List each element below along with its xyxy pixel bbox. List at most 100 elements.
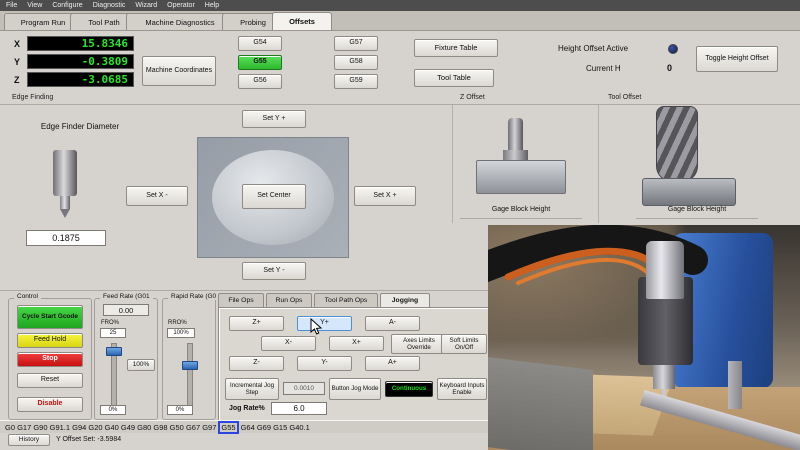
dro-x-value: 15.8346 <box>27 36 134 51</box>
rapid-override-slider[interactable] <box>187 343 193 407</box>
feed-override-slider-thumb[interactable] <box>106 347 122 356</box>
rapid-zero-spinner[interactable]: 0% <box>167 405 193 415</box>
menu-configure[interactable]: Configure <box>52 2 82 9</box>
jog-a-minus-button[interactable]: A- <box>365 316 420 331</box>
jog-z-minus-button[interactable]: Z- <box>229 356 284 371</box>
g59-button[interactable]: G59 <box>334 74 378 89</box>
menu-operator[interactable]: Operator <box>167 2 195 9</box>
tab-tool-path-ops[interactable]: Tool Path Ops <box>314 293 378 307</box>
tab-machine-diagnostics[interactable]: Machine Diagnostics <box>126 13 234 30</box>
feed-hold-button[interactable]: Feed Hold <box>17 333 83 348</box>
section-divider-v1 <box>452 105 453 223</box>
tool-offset-gage-block-graphic <box>642 178 736 206</box>
menu-bar: File View Configure Diagnostic Wizard Op… <box>0 0 800 11</box>
g54-button[interactable]: G54 <box>238 36 282 51</box>
offset-set-message: Y Offset Set: -3.5984 <box>56 436 122 443</box>
current-h-value: 0 <box>667 63 673 73</box>
tool-table-button[interactable]: Tool Table <box>414 69 494 87</box>
toggle-height-offset-button[interactable]: Toggle Height Offset <box>696 46 778 72</box>
jogging-panel: Z+ Y+ A- X- X+ Axes Limits Override Soft… <box>218 307 492 422</box>
tab-run-ops[interactable]: Run Ops <box>266 293 312 307</box>
z-gage-underline <box>460 218 582 219</box>
tool-gage-underline <box>636 218 758 219</box>
control-group: Control Cycle Start Gcode Feed Hold Stop… <box>8 293 92 420</box>
stop-button[interactable]: Stop <box>17 352 83 367</box>
section-divider-top <box>0 104 800 105</box>
menu-wizard[interactable]: Wizard <box>135 2 157 9</box>
dro-z-value: -3.0685 <box>27 72 134 87</box>
tab-file-ops[interactable]: File Ops <box>218 293 264 307</box>
cnc-offsets-screen: { "menu": {"items": ["File", "View", "Co… <box>0 0 800 450</box>
jog-z-plus-button[interactable]: Z+ <box>229 316 284 331</box>
g58-button[interactable]: G58 <box>334 55 378 70</box>
jog-y-plus-button[interactable]: Y+ <box>297 316 352 331</box>
incremental-jog-step-value[interactable]: 0.0010 <box>283 382 325 395</box>
gcode-modal-list-pre: G0 G17 G90 G91.1 G94 G20 G40 G49 G80 G98… <box>5 422 217 432</box>
machine-photo <box>488 225 800 450</box>
feed-rate-group: Feed Rate (G01 0.00 FRO% 25 100% 0% <box>94 293 158 420</box>
edge-finding-section-label: Edge Finding <box>12 94 54 101</box>
tool-gage-block-height-label: Gage Block Height <box>667 206 727 213</box>
g56-button[interactable]: G56 <box>238 74 282 89</box>
edge-finder-tip <box>60 209 70 218</box>
dro-z-label: Z <box>14 75 20 85</box>
set-center-button[interactable]: Set Center <box>242 184 306 209</box>
machine-coordinates-button[interactable]: Machine Coordinates <box>142 56 216 86</box>
set-y-minus-button[interactable]: Set Y - <box>242 262 306 280</box>
jog-x-plus-button[interactable]: X+ <box>329 336 384 351</box>
photo-metal-table <box>488 355 593 450</box>
set-x-minus-button[interactable]: Set X - <box>126 186 188 206</box>
feed-100pct-button[interactable]: 100% <box>127 359 155 371</box>
menu-help[interactable]: Help <box>205 2 219 9</box>
gcode-status-bar: G0 G17 G90 G91.1 G94 G20 G40 G49 G80 G98… <box>0 420 490 434</box>
edge-finder-neck <box>60 196 70 209</box>
history-button[interactable]: History <box>8 434 50 446</box>
menu-file[interactable]: File <box>6 2 17 9</box>
fro-label: FRO% <box>101 320 119 326</box>
mouse-cursor-icon <box>310 318 323 335</box>
feed-rate-value: 0.00 <box>103 304 149 316</box>
jog-rate-value[interactable]: 6.0 <box>271 402 327 415</box>
continuous-mode-button[interactable]: Continuous <box>385 381 433 397</box>
edge-finder-diameter-value[interactable]: 0.1875 <box>26 230 106 246</box>
gcode-active-g55: G55 <box>218 420 239 434</box>
axes-limits-override-button[interactable]: Axes Limits Override <box>391 334 447 354</box>
feed-zero-spinner[interactable]: 0% <box>100 405 126 415</box>
edge-finder-body <box>53 150 77 196</box>
edge-finder-graphic <box>50 150 80 220</box>
button-jog-mode-button[interactable]: Button Jog Mode <box>329 378 381 400</box>
set-y-plus-button[interactable]: Set Y + <box>242 110 306 128</box>
dro-x-label: X <box>14 39 21 49</box>
height-offset-active-label: Height Offset Active <box>558 44 629 53</box>
jog-x-minus-button[interactable]: X- <box>261 336 316 351</box>
soft-limits-button[interactable]: Soft Limits On/Off <box>441 334 487 354</box>
feed-rate-caption: Feed Rate (G01 <box>100 293 153 300</box>
tab-jogging[interactable]: Jogging <box>380 293 430 307</box>
reset-button[interactable]: Reset <box>17 373 83 388</box>
fro-step-spinner[interactable]: 25 <box>100 328 126 338</box>
z-gage-block-height-label: Gage Block Height <box>491 206 551 213</box>
menu-diagnostic[interactable]: Diagnostic <box>93 2 126 9</box>
g57-button[interactable]: G57 <box>334 36 378 51</box>
disable-button[interactable]: Disable <box>17 397 83 412</box>
menu-view[interactable]: View <box>27 2 42 9</box>
z-offset-pin-base-graphic <box>503 150 528 160</box>
tab-offsets[interactable]: Offsets <box>272 12 332 30</box>
current-h-label: Current H <box>586 64 621 73</box>
gcode-modal-list-post: G64 G69 G15 G40.1 <box>240 422 310 432</box>
section-divider-v2 <box>598 105 599 223</box>
rapid-rate-group: Rapid Rate (G0 RRO% 100% 0% <box>162 293 220 420</box>
cycle-start-button[interactable]: Cycle Start Gcode <box>17 305 83 329</box>
g55-button-active[interactable]: G55 <box>238 55 282 70</box>
rapid-override-slider-thumb[interactable] <box>182 361 198 370</box>
incremental-jog-step-button[interactable]: Incremental Jog Step <box>225 378 279 400</box>
photo-spindle-motor <box>646 241 684 299</box>
z-offset-gage-block-graphic <box>476 160 566 194</box>
keyboard-inputs-enable-button[interactable]: Keyboard Inputs Enable <box>437 378 487 400</box>
rro-step-spinner[interactable]: 100% <box>167 328 195 338</box>
set-x-plus-button[interactable]: Set X + <box>354 186 416 206</box>
fixture-table-button[interactable]: Fixture Table <box>414 39 498 57</box>
jog-y-minus-button[interactable]: Y- <box>297 356 352 371</box>
jog-a-plus-button[interactable]: A+ <box>365 356 420 371</box>
rro-label: RRO% <box>168 320 187 326</box>
